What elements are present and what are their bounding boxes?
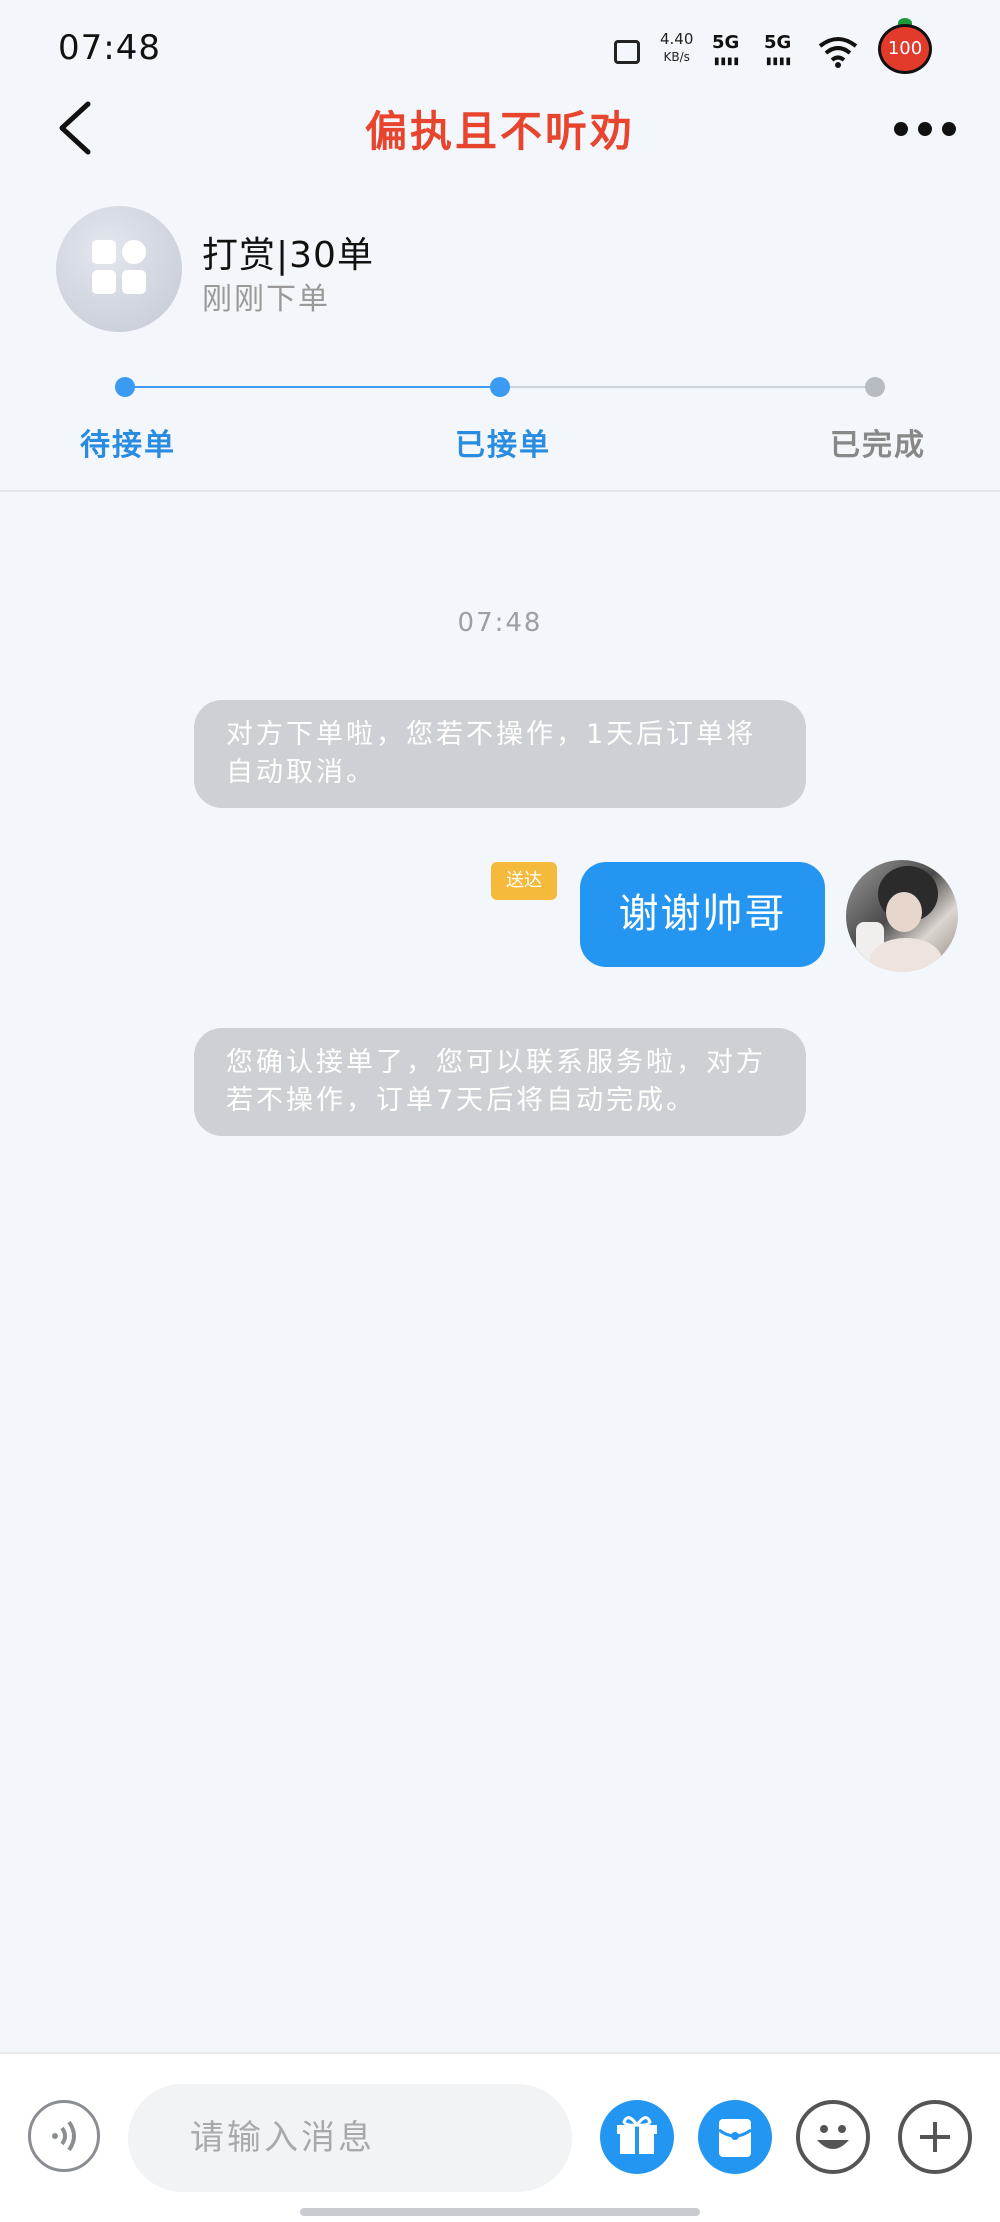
- battery-icon: 100: [878, 24, 932, 74]
- header-divider: [0, 490, 1000, 492]
- app-notification-icon: [614, 40, 640, 64]
- signal-label-1: 5G: [712, 32, 740, 53]
- signal-bars-icon-2: ▮▮▮▮: [766, 56, 793, 67]
- outgoing-message-bubble[interactable]: 谢谢帅哥: [580, 862, 825, 967]
- progress-label-accepted: 已接单: [455, 428, 551, 463]
- voice-icon[interactable]: [28, 2100, 100, 2172]
- order-subtitle: 刚刚下单: [202, 282, 330, 317]
- apps-grid-icon: [92, 240, 148, 296]
- network-speed: 4.40 KB/s: [660, 30, 693, 66]
- delivered-status-badge: 送达: [491, 862, 557, 900]
- progress-line-completed: [125, 386, 500, 388]
- progress-line-pending: [500, 386, 875, 388]
- signal-bars-icon: ▮▮▮▮: [714, 56, 741, 67]
- progress-dot-accepted: [490, 377, 510, 397]
- message-input[interactable]: [128, 2084, 572, 2192]
- system-message-order-accepted: 您确认接单了，您可以联系服务啦，对方若不操作，订单7天后将自动完成。: [194, 1028, 806, 1136]
- progress-label-completed: 已完成: [830, 428, 926, 463]
- order-title: 打赏|30单: [202, 235, 374, 276]
- home-indicator[interactable]: [300, 2208, 700, 2216]
- more-dots-icon[interactable]: [892, 118, 958, 138]
- progress-dot-completed: [865, 377, 885, 397]
- system-message-order-placed: 对方下单啦，您若不操作，1天后订单将自动取消。: [194, 700, 806, 808]
- user-avatar[interactable]: [846, 860, 958, 972]
- network-speed-unit: KB/s: [663, 50, 690, 64]
- page-title: 偏执且不听劝: [364, 107, 635, 156]
- status-time: 07:48: [58, 28, 161, 68]
- signal-label-2: 5G: [764, 32, 792, 53]
- progress-dot-pending-accept: [115, 377, 135, 397]
- plus-icon[interactable]: [898, 2100, 972, 2174]
- chat-timestamp: 07:48: [457, 608, 543, 638]
- emoji-icon[interactable]: [796, 2100, 870, 2174]
- progress-label-pending-accept: 待接单: [80, 428, 176, 463]
- network-speed-value: 4.40: [660, 30, 694, 48]
- wifi-icon: [818, 37, 858, 68]
- red-packet-icon[interactable]: [698, 2100, 772, 2174]
- gift-icon[interactable]: [600, 2100, 674, 2174]
